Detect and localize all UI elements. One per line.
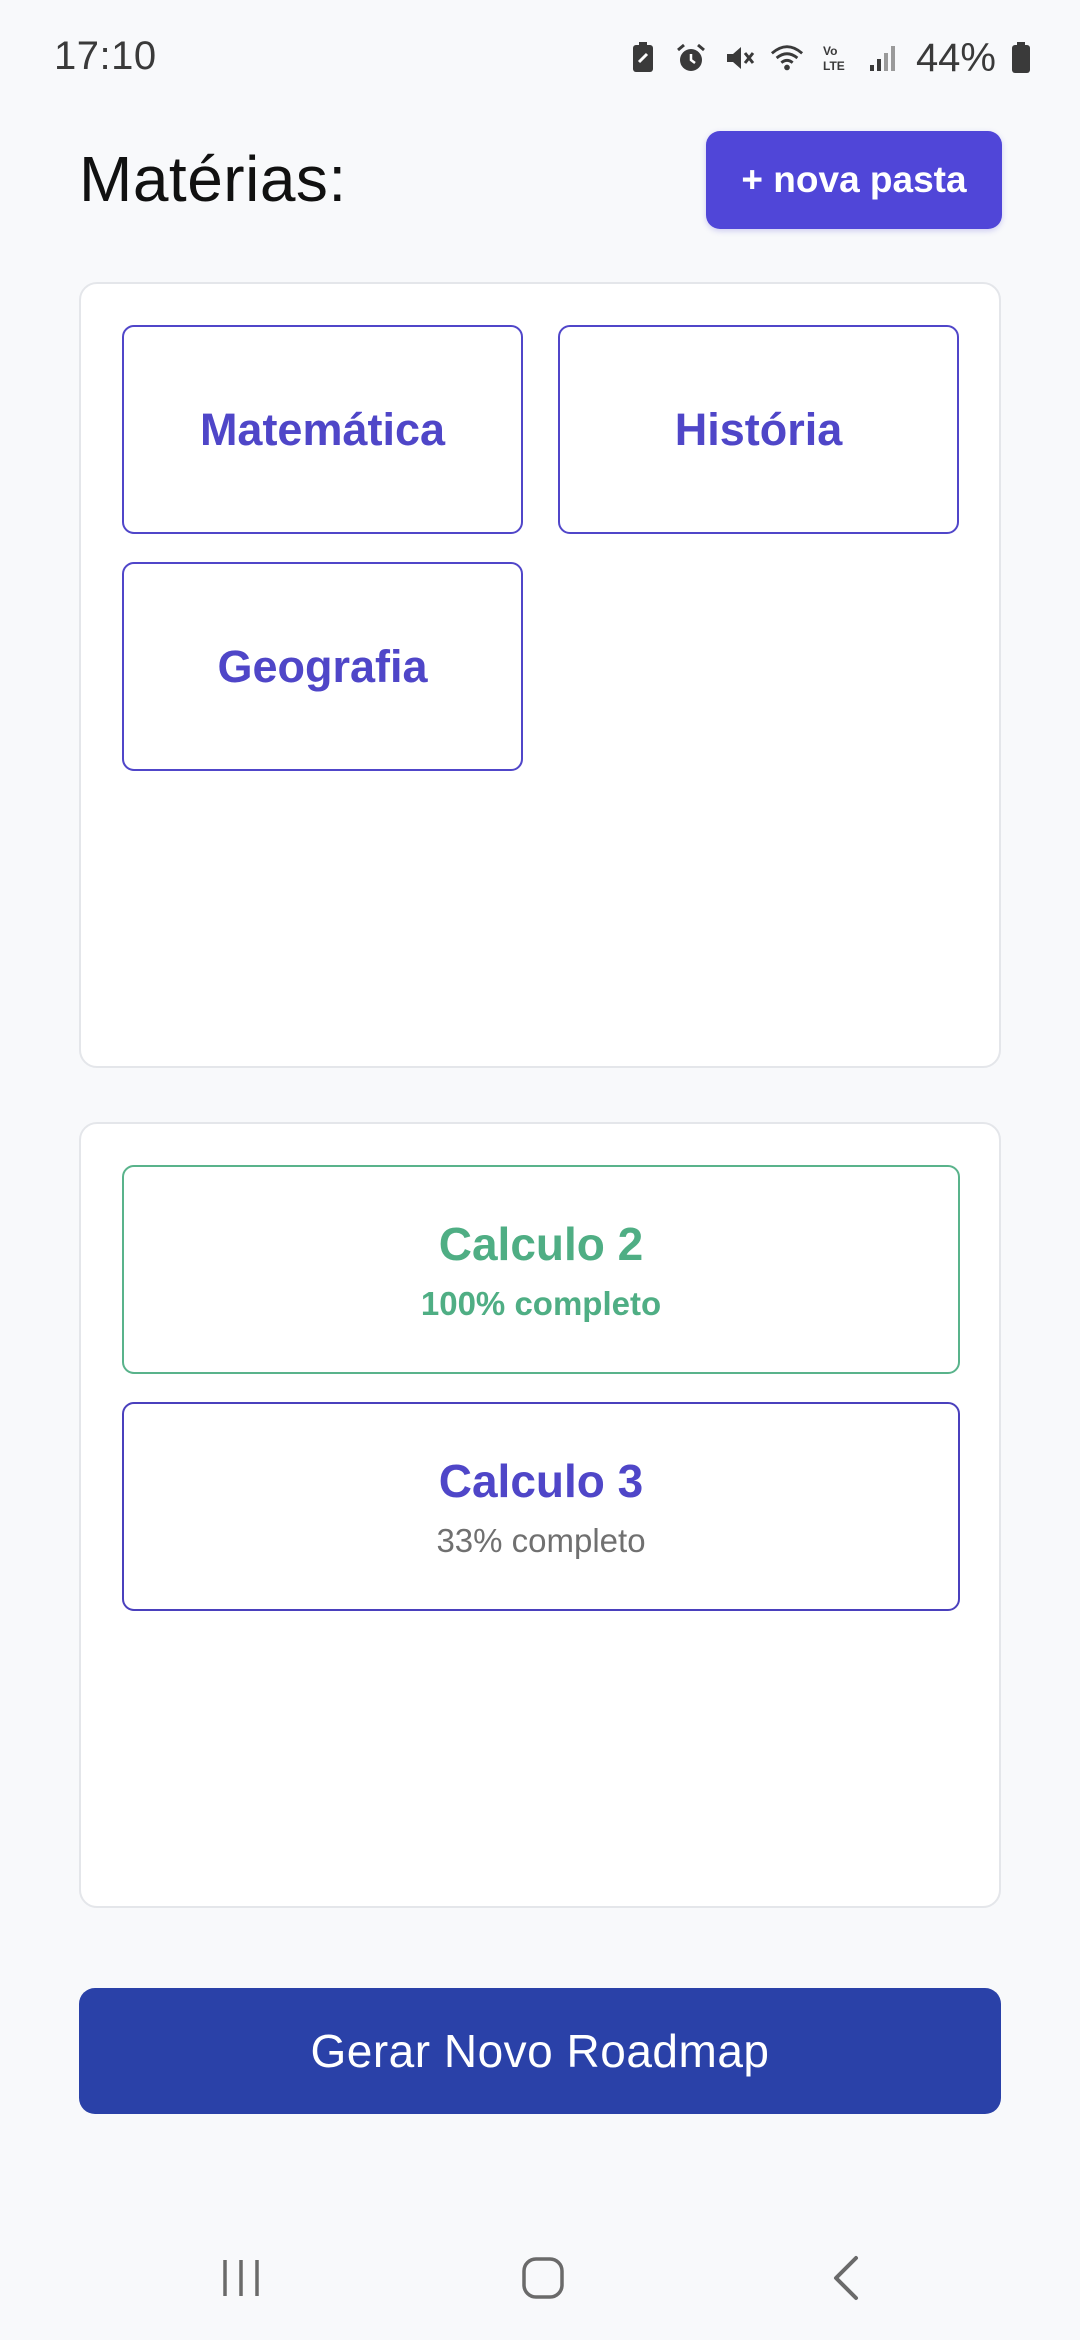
roadmap-title: Calculo 2 [438, 1217, 644, 1270]
status-icons: Vo LTE 44% [626, 32, 1032, 84]
roadmap-card-calculo-2[interactable]: Calculo 2 100% completo [122, 1165, 960, 1374]
alarm-icon [674, 41, 708, 75]
subject-card-geografia[interactable]: Geografia [122, 562, 523, 771]
battery-percent: 44% [915, 35, 996, 80]
subject-card-matematica[interactable]: Matemática [122, 325, 523, 534]
roadmap-progress-text: 100% completo [420, 1284, 662, 1322]
subjects-panel: Matemática História Geografia [79, 282, 1001, 1068]
wifi-icon [770, 41, 804, 75]
generate-roadmap-button[interactable]: Gerar Novo Roadmap [79, 1988, 1001, 2114]
volte-icon: Vo LTE [818, 41, 852, 75]
page-title: Matérias: [79, 143, 347, 215]
svg-text:LTE: LTE [823, 59, 845, 73]
subject-card-historia[interactable]: História [558, 325, 959, 534]
new-folder-button[interactable]: + nova pasta [706, 131, 1002, 229]
roadmap-card-calculo-3[interactable]: Calculo 3 33% completo [122, 1402, 960, 1611]
roadmap-progress-text: 33% completo [436, 1521, 646, 1559]
recent-apps-icon[interactable] [201, 2238, 281, 2318]
navigation-bar [0, 2220, 1080, 2340]
mute-icon [722, 41, 756, 75]
battery-icon [1010, 41, 1032, 75]
roadmaps-panel: Calculo 2 100% completo Calculo 3 33% co… [79, 1122, 1001, 1908]
home-icon[interactable] [503, 2238, 583, 2318]
roadmap-title: Calculo 3 [438, 1454, 644, 1507]
status-time: 17:10 [54, 34, 157, 78]
signal-icon [866, 41, 900, 75]
back-icon[interactable] [806, 2238, 886, 2318]
svg-text:Vo: Vo [823, 44, 837, 58]
status-bar: 17:10 Vo LTE 44% [0, 0, 1080, 116]
battery-saver-icon [626, 41, 660, 75]
